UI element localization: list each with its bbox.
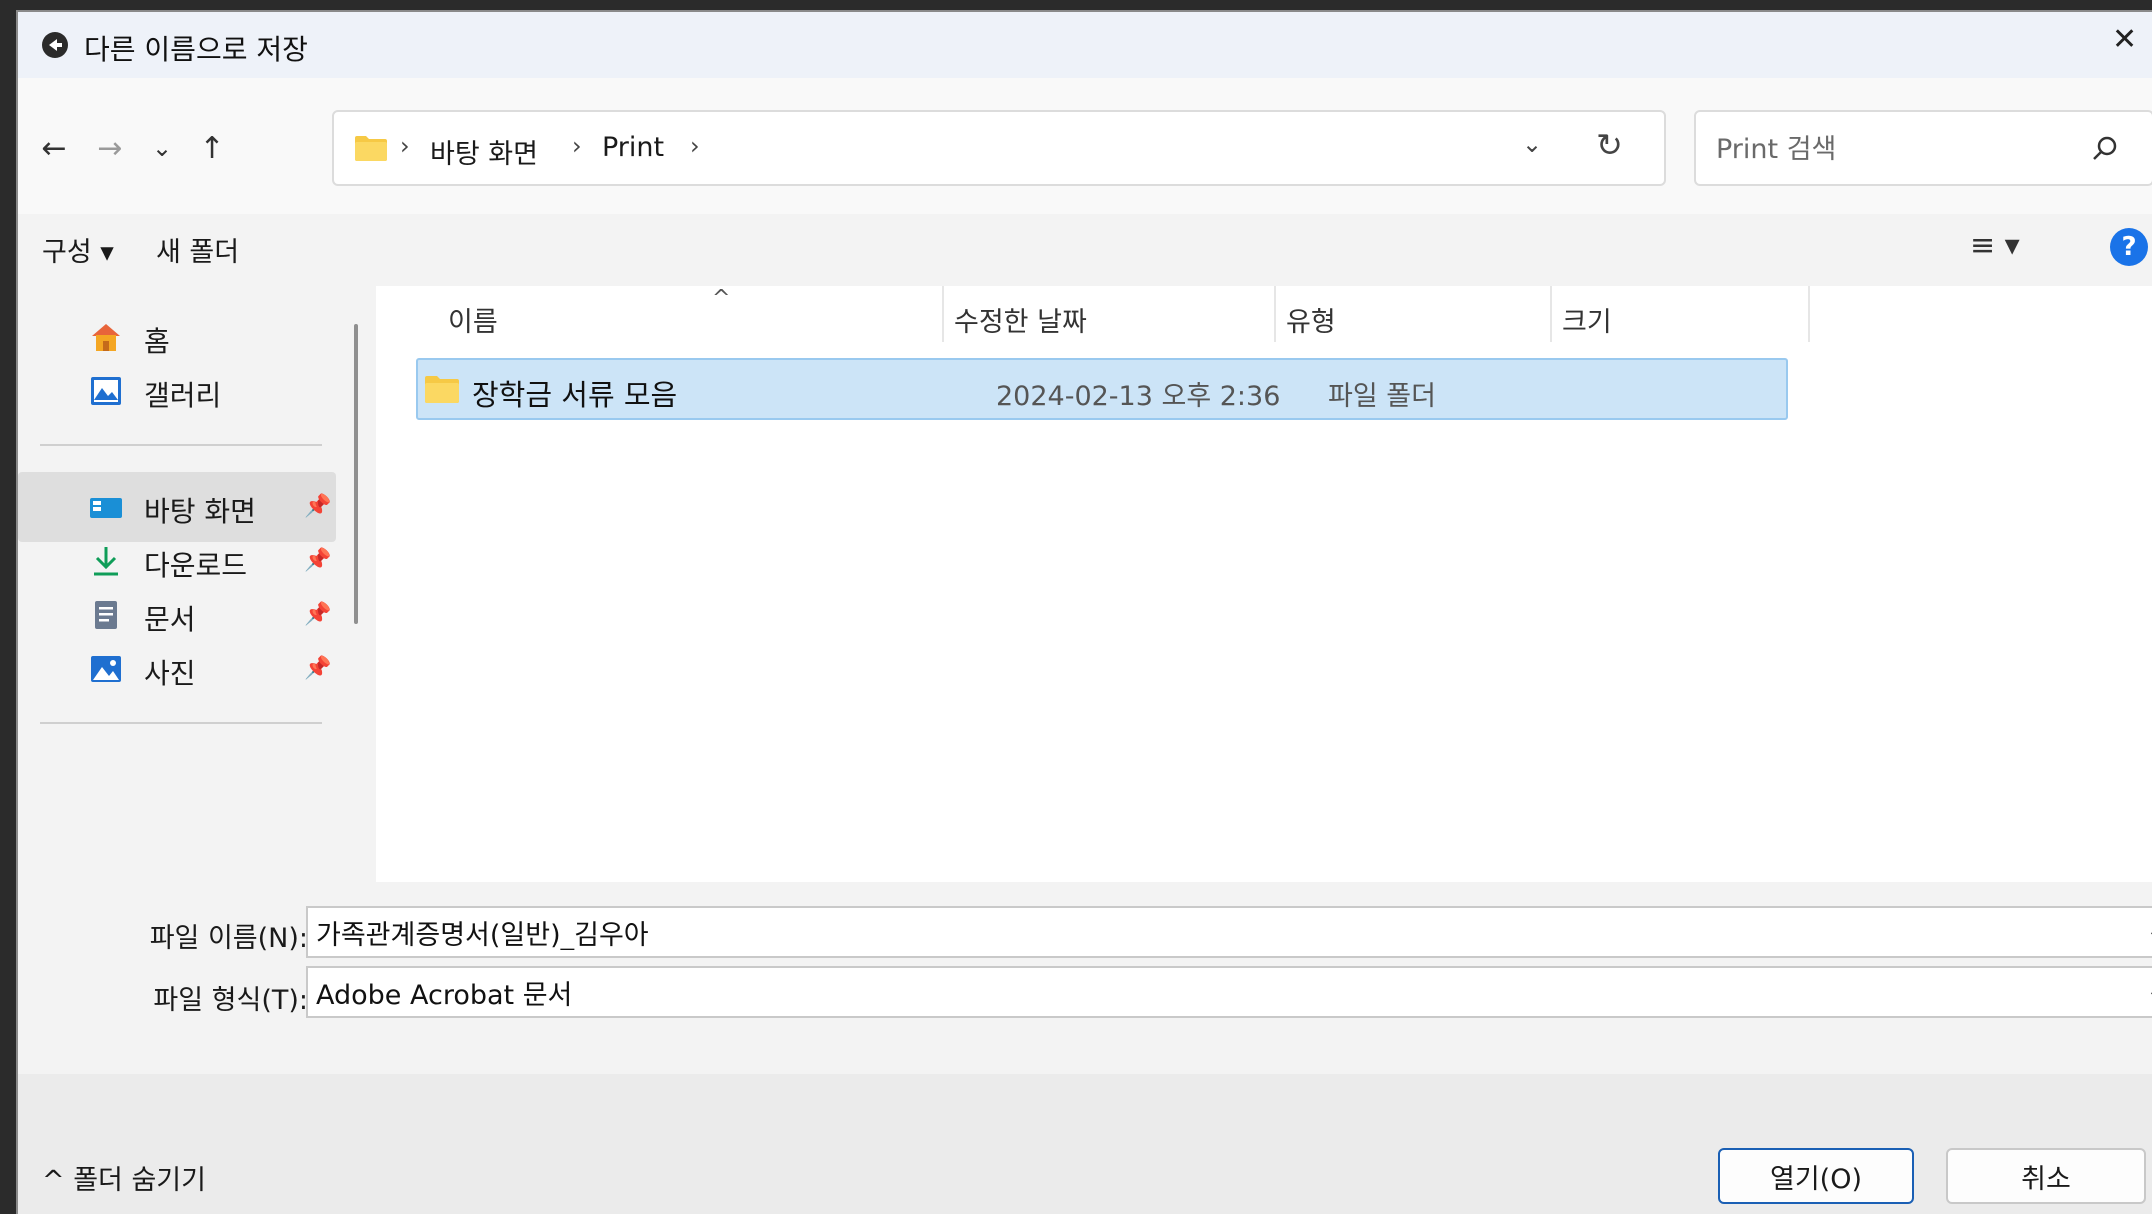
sidebar-item-label: 사진 xyxy=(144,657,196,690)
open-button[interactable]: 열기(O) xyxy=(1718,1148,1914,1204)
save-as-dialog: 다른 이름으로 저장 ✕ ← → ⌄ ↑ › 바탕 화면 › Print › ⌄… xyxy=(16,10,2152,1214)
chevron-down-icon[interactable]: ⌄ xyxy=(2146,976,2152,1004)
hide-folders-toggle[interactable]: ^ 폴더 숨기기 xyxy=(42,1158,206,1197)
column-separator[interactable] xyxy=(1274,286,1276,342)
column-header-modified[interactable]: 수정한 날짜 xyxy=(954,300,1087,339)
column-separator[interactable] xyxy=(942,286,944,342)
command-bar: 구성 ▾ 새 폴더 ≡ ▾ ? xyxy=(18,214,2152,286)
breadcrumb-separator: › xyxy=(400,132,410,160)
desktop-icon xyxy=(90,498,122,518)
filetype-value[interactable] xyxy=(316,974,2016,1010)
sidebar-item-label: 갤러리 xyxy=(144,379,222,412)
close-button[interactable]: ✕ xyxy=(2112,22,2152,68)
sidebar-item-label: 문서 xyxy=(144,603,196,636)
refresh-button[interactable]: ↻ xyxy=(1596,126,1623,164)
save-form: 파일 이름(N): ⌄ 파일 형식(T): ⌄ xyxy=(18,882,2152,1074)
navigation-pane: 홈 갤러리 바탕 화면 📌 다운로드 📌 문서 📌 사진 📌 xyxy=(18,286,376,882)
search-box xyxy=(1694,110,2152,186)
sidebar-item-label: 바탕 화면 xyxy=(144,495,256,528)
download-icon xyxy=(94,547,118,576)
file-list: ^ 이름 수정한 날짜 유형 크기 장학금 서류 모음 2024-02-13 오… xyxy=(376,286,2152,882)
filetype-select[interactable]: ⌄ xyxy=(306,966,2152,1018)
title-bar: 다른 이름으로 저장 ✕ xyxy=(18,12,2152,78)
organize-button[interactable]: 구성 ▾ xyxy=(42,230,114,269)
breadcrumb-separator: › xyxy=(572,132,582,160)
file-modified-date: 2024-02-13 오후 2:36 xyxy=(996,381,1281,412)
column-header-type[interactable]: 유형 xyxy=(1286,300,1336,339)
pin-icon[interactable]: 📌 xyxy=(304,602,331,627)
sidebar-item-pictures[interactable]: 사진 📌 xyxy=(18,634,336,704)
address-bar[interactable]: › 바탕 화면 › Print › ⌄ ↻ xyxy=(332,110,1666,186)
search-input[interactable] xyxy=(1716,130,2056,168)
filetype-label: 파일 형식(T): xyxy=(153,985,308,1016)
filename-combobox[interactable]: ⌄ xyxy=(306,906,2152,958)
sidebar-item-label: 홈 xyxy=(144,325,170,358)
column-header-size[interactable]: 크기 xyxy=(1562,300,1612,339)
column-header-name[interactable]: 이름 xyxy=(448,300,498,339)
sidebar-item-label: 다운로드 xyxy=(144,549,248,582)
sidebar-item-gallery[interactable]: 갤러리 xyxy=(18,356,336,426)
sidebar-divider xyxy=(40,444,322,446)
document-icon xyxy=(95,601,117,629)
address-history-dropdown[interactable]: ⌄ xyxy=(1522,130,1542,158)
column-separator[interactable] xyxy=(1550,286,1552,342)
sidebar-scrollbar[interactable] xyxy=(354,324,358,624)
pin-icon[interactable]: 📌 xyxy=(304,494,331,519)
breadcrumb-print[interactable]: Print xyxy=(602,132,664,163)
sidebar-divider xyxy=(40,722,322,724)
table-row[interactable]: 장학금 서류 모음 2024-02-13 오후 2:36 파일 폴더 xyxy=(416,358,1788,420)
folder-icon xyxy=(355,136,387,161)
new-folder-button[interactable]: 새 폴더 xyxy=(156,230,239,269)
filename-label: 파일 이름(N): xyxy=(149,923,308,954)
navigation-bar: ← → ⌄ ↑ › 바탕 화면 › Print › ⌄ ↻ xyxy=(18,78,2152,214)
help-icon[interactable]: ? xyxy=(2110,228,2148,266)
up-button[interactable]: ↑ xyxy=(190,126,234,170)
pictures-icon xyxy=(91,656,121,682)
view-options-button[interactable]: ≡ ▾ xyxy=(1970,228,2020,263)
breadcrumb-desktop[interactable]: 바탕 화면 xyxy=(430,132,538,171)
recent-locations-button[interactable]: ⌄ xyxy=(140,126,184,170)
back-button[interactable]: ← xyxy=(32,126,76,170)
app-icon xyxy=(42,32,68,58)
cancel-button[interactable]: 취소 xyxy=(1946,1148,2146,1204)
gallery-icon xyxy=(91,377,121,405)
pin-icon[interactable]: 📌 xyxy=(304,548,331,573)
search-icon[interactable] xyxy=(2088,132,2122,166)
filename-input[interactable] xyxy=(316,914,2016,950)
sort-ascending-icon: ^ xyxy=(712,286,731,311)
file-type: 파일 폴더 xyxy=(1328,381,1436,412)
column-separator[interactable] xyxy=(1808,286,1810,342)
file-name: 장학금 서류 모음 xyxy=(472,378,678,412)
forward-button[interactable]: → xyxy=(88,126,132,170)
window-title: 다른 이름으로 저장 xyxy=(84,33,308,66)
home-icon xyxy=(92,324,120,351)
pin-icon[interactable]: 📌 xyxy=(304,656,331,681)
folder-icon xyxy=(425,376,459,403)
chevron-down-icon[interactable]: ⌄ xyxy=(2146,916,2152,944)
breadcrumb-separator: › xyxy=(690,132,700,160)
dialog-footer: ^ 폴더 숨기기 열기(O) 취소 xyxy=(18,1074,2152,1214)
